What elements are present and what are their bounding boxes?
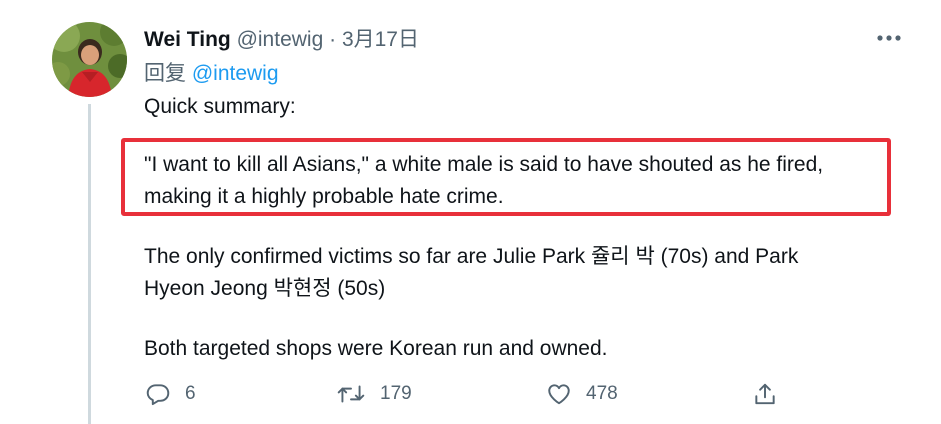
- retweet-icon: [336, 381, 366, 407]
- tweet-text-line: Quick summary:: [144, 95, 296, 118]
- share-button[interactable]: [752, 376, 778, 412]
- reply-count: 6: [185, 383, 196, 404]
- tweet-actions: 6 179 478: [0, 376, 941, 412]
- share-icon: [752, 381, 778, 407]
- retweet-button[interactable]: 179: [336, 376, 412, 412]
- separator-dot: ·: [329, 28, 337, 51]
- highlight-box: [121, 138, 891, 216]
- reply-label: 回复: [144, 62, 186, 85]
- tweet-text-line: Hyeon Jeong 박현정 (50s): [144, 277, 386, 300]
- author-handle[interactable]: @intewig: [237, 28, 324, 51]
- reply-handle-link[interactable]: @intewig: [192, 62, 279, 85]
- tweet-date[interactable]: 3月17日: [342, 28, 419, 51]
- tweet-text-line: Both targeted shops were Korean run and …: [144, 337, 608, 360]
- avatar[interactable]: [52, 22, 127, 97]
- tweet-paragraph-4: Both targeted shops were Korean run and …: [144, 333, 607, 365]
- heart-icon: [546, 381, 572, 407]
- tweet-paragraph-3: The only confirmed victims so far are Ju…: [144, 241, 798, 305]
- author-name[interactable]: Wei Ting: [144, 28, 231, 51]
- like-count: 478: [586, 383, 618, 404]
- tweet-header: Wei Ting @intewig · 3月17日: [144, 24, 419, 56]
- tweet[interactable]: Wei Ting @intewig · 3月17日 回复 @intewig Qu…: [0, 0, 941, 424]
- reply-icon: [145, 381, 171, 407]
- replying-to: 回复 @intewig: [144, 59, 279, 89]
- reply-button[interactable]: 6: [145, 376, 196, 412]
- more-horizontal-icon[interactable]: [875, 26, 903, 50]
- tweet-text-line: The only confirmed victims so far are Ju…: [144, 245, 799, 268]
- retweet-count: 179: [380, 383, 412, 404]
- tweet-paragraph-1: Quick summary:: [144, 91, 296, 123]
- like-button[interactable]: 478: [546, 376, 618, 412]
